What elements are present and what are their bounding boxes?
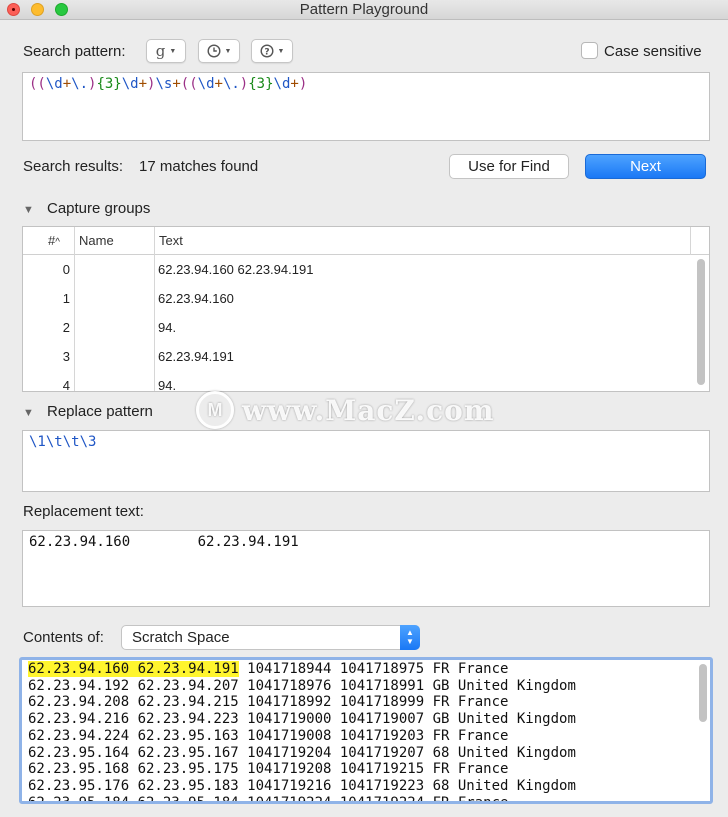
row-text: 94. — [158, 320, 177, 335]
content-line: 62.23.95.176 62.23.95.183 1041719216 104… — [28, 778, 576, 794]
match-count: 17 matches found — [139, 158, 259, 175]
pattern-token: + — [214, 76, 223, 92]
content-line-text: 62.23.94.224 62.23.95.163 1041719008 104… — [28, 727, 509, 744]
content-line-text: 62.23.95.184 62.23.95.184 1041719224 104… — [28, 794, 509, 804]
capture-groups-label: Capture groups — [47, 200, 151, 217]
content-line: 62.23.94.160 62.23.94.191 1041718944 104… — [28, 661, 508, 677]
watermark-logo-icon: M — [196, 391, 234, 429]
column-header-name[interactable]: Name — [79, 233, 114, 248]
replace-pattern-disclosure-icon[interactable]: ▼ — [23, 407, 34, 419]
pattern-token: {3} — [248, 76, 274, 92]
row-number: 3 — [62, 349, 70, 364]
replacement-text-view[interactable]: 62.23.94.160 62.23.94.191 — [22, 530, 710, 607]
capture-groups-table: #^ Name Text 0 62.23.94.160 62.23.94.191 1… — [22, 226, 710, 392]
pattern-token: + — [290, 76, 299, 92]
chevron-down-icon: ▼ — [224, 47, 232, 55]
sort-ascending-icon: ^ — [55, 237, 60, 248]
search-results-label: Search results: — [23, 158, 124, 175]
row-number: 0 — [62, 262, 70, 277]
content-line-text: 62.23.95.164 62.23.95.167 1041719204 104… — [28, 744, 576, 761]
replace-pattern-editor[interactable]: \1\t\t\3 — [22, 430, 710, 492]
replace-pattern-label: Replace pattern — [47, 403, 153, 420]
history-button[interactable]: ▼ — [198, 39, 240, 63]
row-text: 62.23.94.191 — [158, 349, 234, 364]
window-title: Pattern Playground — [299, 1, 429, 18]
table-row[interactable]: 3 62.23.94.191 — [23, 343, 693, 372]
case-sensitive-checkbox[interactable] — [581, 42, 598, 59]
table-row[interactable]: 4 94. — [23, 372, 693, 392]
capture-groups-disclosure-icon[interactable]: ▼ — [23, 204, 34, 216]
pattern-token: \d — [45, 76, 63, 92]
content-line-text: 1041718944 1041718975 FR France — [238, 661, 509, 677]
content-line-text: 62.23.94.216 62.23.94.223 1041719000 104… — [28, 711, 576, 728]
question-icon: ? — [260, 44, 274, 58]
pattern-token: \s — [155, 76, 173, 92]
case-sensitive-label: Case sensitive — [604, 43, 702, 60]
watermark: M www.MacZ.com — [196, 390, 494, 430]
content-line: 62.23.95.168 62.23.95.175 1041719208 104… — [28, 761, 508, 777]
row-text: 94. — [158, 378, 177, 392]
content-line: 62.23.95.184 62.23.95.184 1041719224 104… — [28, 794, 509, 804]
search-pattern-text: ((\d+\.){3}\d+)\s+((\d+\.){3}\d+) — [29, 76, 307, 92]
select-stepper-icon: ▲ ▼ — [400, 625, 420, 650]
table-header: #^ Name Text — [23, 227, 709, 255]
content-line-text: 62.23.94.208 62.23.94.215 1041718992 104… — [28, 694, 509, 711]
content-line-text: 62.23.95.168 62.23.95.175 1041719208 104… — [28, 761, 509, 778]
replacement-text-label: Replacement text: — [23, 503, 144, 520]
use-for-find-button[interactable]: Use for Find — [449, 154, 569, 179]
pattern-token: + — [138, 76, 148, 92]
capture-groups-scrollbar[interactable] — [697, 259, 705, 385]
svg-text:?: ? — [264, 47, 269, 57]
row-text: 62.23.94.160 62.23.94.191 — [158, 262, 314, 277]
pattern-token: + — [172, 76, 181, 92]
contents-source-value: Scratch Space — [132, 629, 230, 646]
content-line: 62.23.94.224 62.23.95.163 1041719008 104… — [28, 728, 508, 744]
column-header-number[interactable]: #^ — [48, 233, 60, 248]
chevron-down-icon: ▼ — [169, 47, 177, 55]
title-bar: Pattern Playground — [0, 0, 728, 20]
row-text: 62.23.94.160 — [158, 291, 234, 306]
content-line: 62.23.95.164 62.23.95.167 1041719204 104… — [28, 745, 576, 761]
chevron-down-icon: ▼ — [277, 47, 285, 55]
pattern-token: {3} — [96, 76, 122, 92]
pattern-token: + — [62, 76, 72, 92]
replacement-text: 62.23.94.160 62.23.94.191 — [29, 534, 299, 550]
pattern-token: \. — [222, 76, 240, 92]
search-pattern-label: Search pattern: — [23, 43, 126, 60]
search-pattern-editor[interactable]: ((\d+\.){3}\d+)\s+((\d+\.){3}\d+) — [22, 72, 710, 141]
content-line-text: 62.23.95.176 62.23.95.183 1041719216 104… — [28, 777, 576, 794]
contents-text-view[interactable]: 62.23.94.160 62.23.94.191 1041718944 104… — [19, 657, 713, 804]
table-row[interactable]: 0 62.23.94.160 62.23.94.191 — [23, 256, 693, 285]
contents-scrollbar[interactable] — [699, 664, 707, 722]
contents-of-label: Contents of: — [23, 629, 104, 646]
column-divider — [690, 227, 691, 255]
grep-icon: g — [155, 42, 166, 60]
help-button[interactable]: ? ▼ — [251, 39, 293, 63]
pattern-token: (( — [180, 76, 198, 92]
content-line: 62.23.94.208 62.23.94.215 1041718992 104… — [28, 694, 508, 710]
match-highlight: 62.23.94.160 62.23.94.191 — [28, 661, 239, 677]
watermark-text: www.MacZ.com — [242, 393, 495, 427]
row-number: 1 — [62, 291, 70, 306]
column-header-text[interactable]: Text — [159, 233, 183, 248]
row-number: 2 — [62, 320, 70, 335]
content-line: 62.23.94.192 62.23.94.207 1041718976 104… — [28, 678, 576, 694]
next-button[interactable]: Next — [585, 154, 706, 179]
contents-source-select[interactable]: Scratch Space ▲ ▼ — [121, 625, 420, 650]
pattern-token: \d — [197, 76, 215, 92]
content-line-text: 62.23.94.192 62.23.94.207 1041718976 104… — [28, 677, 576, 694]
table-row[interactable]: 2 94. — [23, 314, 693, 343]
pattern-token: ) — [298, 76, 308, 92]
pattern-token: \d — [121, 76, 139, 92]
row-number: 4 — [62, 378, 70, 392]
clock-icon — [207, 44, 221, 58]
replace-pattern-text: \1\t\t\3 — [29, 434, 97, 450]
pattern-token: \d — [273, 76, 291, 92]
pattern-token: \. — [71, 76, 89, 92]
content-line: 62.23.94.216 62.23.94.223 1041719000 104… — [28, 711, 576, 727]
pattern-token: ) — [239, 76, 249, 92]
pattern-token: (( — [29, 76, 46, 92]
table-row[interactable]: 1 62.23.94.160 — [23, 285, 693, 314]
grep-options-button[interactable]: g ▼ — [146, 39, 186, 63]
